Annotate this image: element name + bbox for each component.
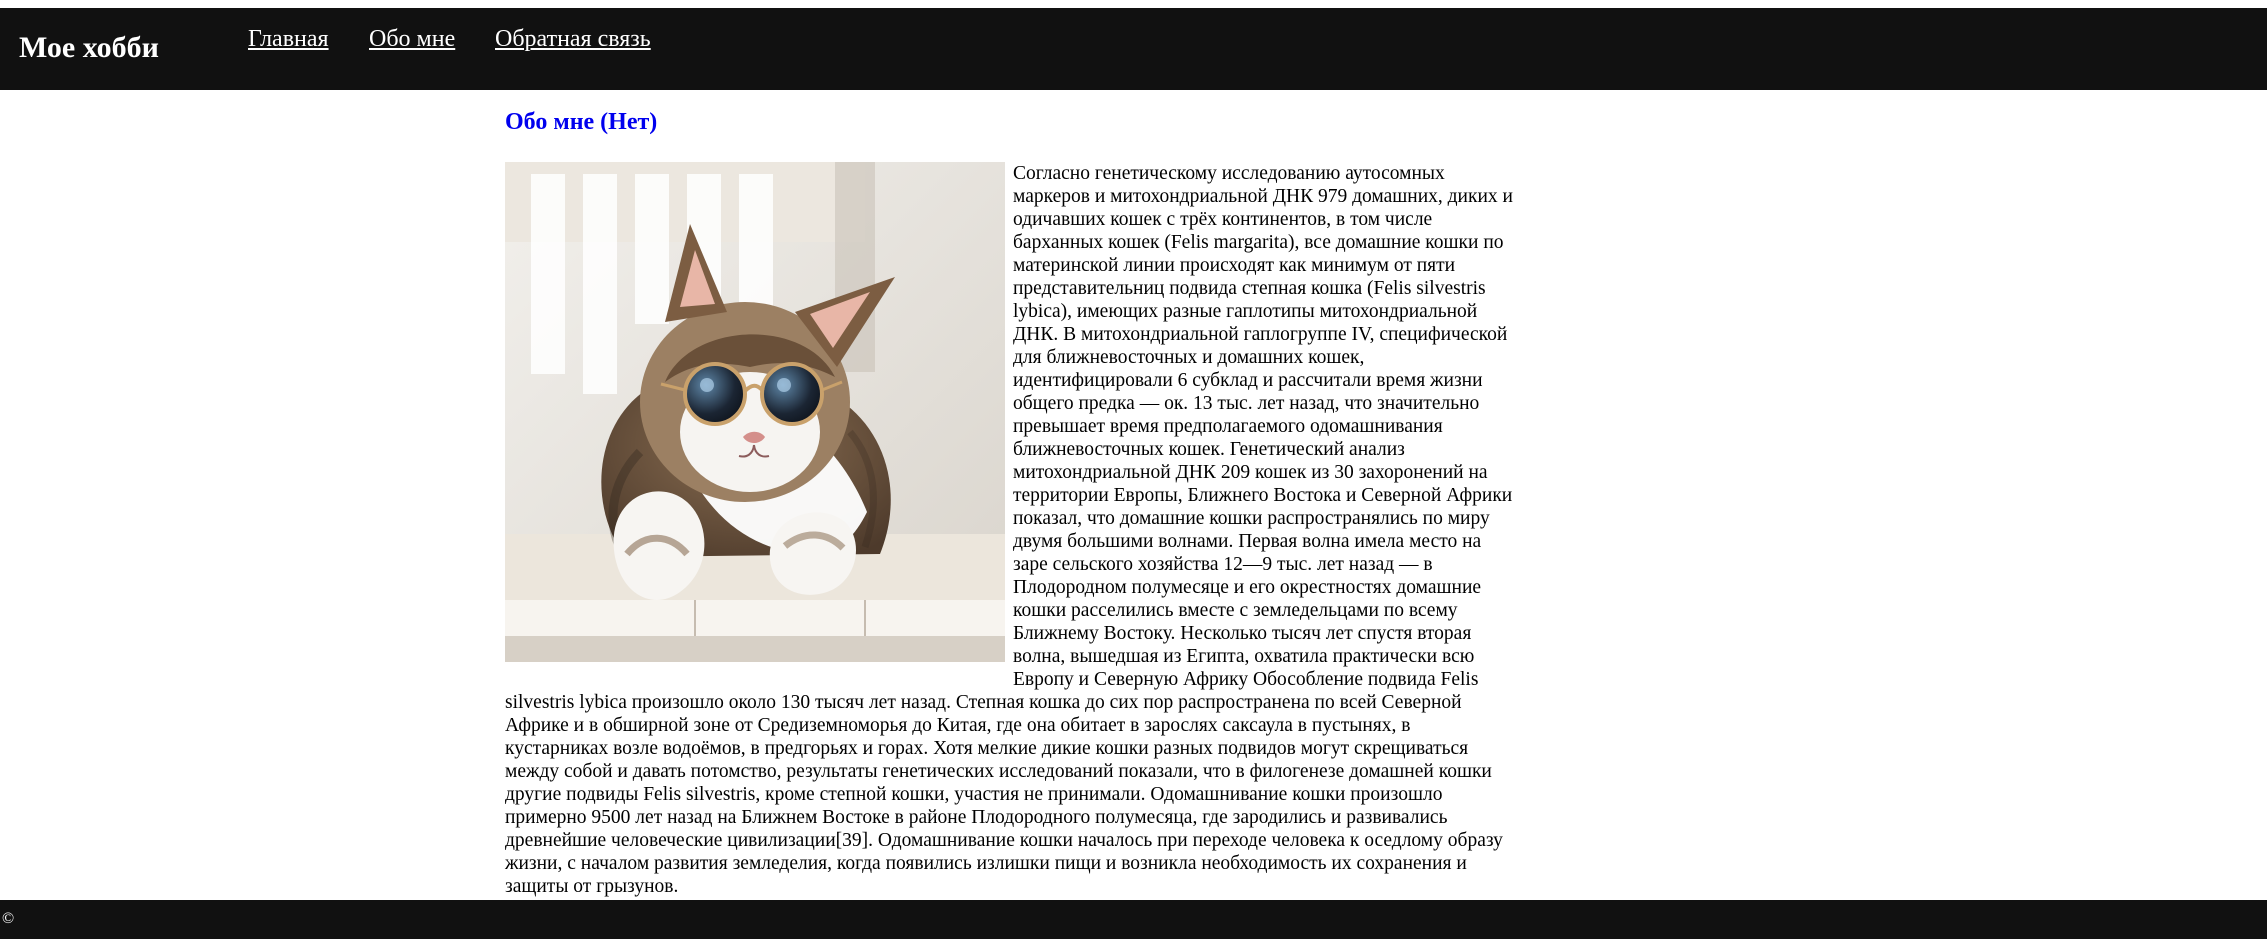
- nav-link-contact[interactable]: Обратная связь: [495, 24, 651, 54]
- site-logo: Мое хобби: [19, 31, 159, 64]
- page-title: Обо мне (Нет): [505, 109, 658, 135]
- article: Согласно генетическому исследованию ауто…: [505, 162, 1515, 898]
- main-content: Обо мне (Нет) Согласно генетическому исс…: [505, 104, 1515, 898]
- cat-photo-graphic: [505, 162, 1005, 662]
- nav-link-home[interactable]: Главная: [248, 24, 329, 54]
- top-navbar: Мое хобби Главная Обо мне Обратная связь: [0, 8, 2267, 90]
- cat-photo: [505, 162, 1005, 662]
- nav-link-about[interactable]: Обо мне: [369, 24, 455, 54]
- page-footer: ©: [0, 900, 2267, 939]
- copyright-text: ©: [2, 910, 15, 927]
- top-strip: [0, 0, 2267, 8]
